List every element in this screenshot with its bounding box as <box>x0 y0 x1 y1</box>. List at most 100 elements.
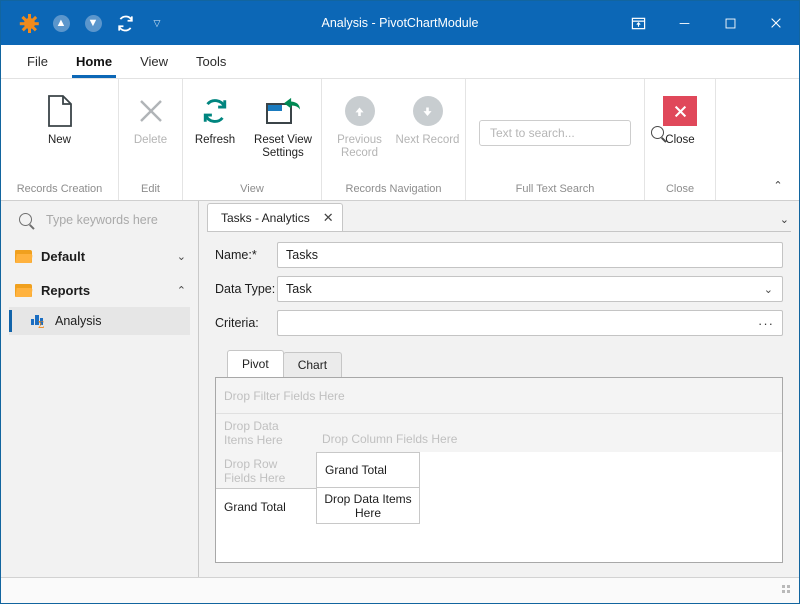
ellipsis-button-icon[interactable]: ··· <box>756 316 776 331</box>
refresh-button-label: Refresh <box>195 134 235 147</box>
chevron-up-icon[interactable]: ⌃ <box>177 284 186 297</box>
folder-icon <box>15 284 32 297</box>
restore-down-icon[interactable] <box>615 1 661 45</box>
detail-panel: Name:* Tasks Data Type: Task ⌄ Criteria: <box>207 231 791 571</box>
pivot-empty-area <box>216 524 782 562</box>
tab-overflow-chevron-icon[interactable]: ⌄ <box>780 213 789 226</box>
data-type-dropdown[interactable]: Task ⌄ <box>277 276 783 302</box>
document-tab-tasks-analytics[interactable]: Tasks - Analytics ✕ <box>207 203 343 231</box>
sidebar-item-analysis[interactable]: Σ Analysis <box>9 307 190 335</box>
sidebar-group-default-label: Default <box>41 249 85 264</box>
menu-tab-file[interactable]: File <box>13 45 62 78</box>
sidebar-item-analysis-label: Analysis <box>55 314 102 328</box>
criteria-field-label: Criteria: <box>215 316 277 330</box>
ribbon: New Records Creation Delete Edit <box>1 79 799 201</box>
sidebar-group-reports[interactable]: Reports ⌃ <box>1 273 198 307</box>
content-area: Tasks - Analytics ✕ ⌄ Name:* Tasks Data … <box>199 201 799 577</box>
close-tab-icon[interactable]: ✕ <box>323 210 334 226</box>
document-tab-strip: Tasks - Analytics ✕ ⌄ <box>199 201 799 231</box>
ribbon-group-edit: Delete Edit <box>119 79 183 200</box>
move-up-icon[interactable]: ▲ <box>45 7 77 39</box>
menu-tab-tools[interactable]: Tools <box>182 45 240 78</box>
sidebar-group-reports-label: Reports <box>41 283 90 298</box>
ribbon-group-close: Close Close <box>645 79 716 200</box>
delete-x-icon <box>136 91 166 131</box>
main-body: Default ⌄ Reports ⌃ Σ Analysis Tasks - A… <box>1 201 799 577</box>
ribbon-group-label-full-text-search: Full Text Search <box>466 178 644 200</box>
pivot-filter-drop-area[interactable]: Drop Filter Fields Here <box>216 378 782 414</box>
document-tab-label: Tasks - Analytics <box>221 211 310 225</box>
menu-tab-view[interactable]: View <box>126 45 182 78</box>
reset-view-settings-label: Reset View Settings <box>246 134 320 160</box>
collapse-ribbon-chevron-icon[interactable]: ⌃ <box>765 174 791 196</box>
sidebar-group-default[interactable]: Default ⌄ <box>1 239 198 273</box>
pivot-data-cell-drop-area[interactable]: Drop Data Items Here <box>316 488 420 524</box>
chevron-down-icon[interactable]: ⌄ <box>177 250 186 263</box>
pivot-row-grand-total-header[interactable]: Grand Total <box>216 488 316 524</box>
close-button[interactable] <box>753 1 799 45</box>
move-down-icon[interactable]: ▼ <box>77 7 109 39</box>
title-bar: ▲ ▼ ▽ Analysis - PivotChartModule <box>1 1 799 45</box>
next-record-button[interactable]: Next Record <box>394 87 462 147</box>
arrow-up-circle-icon <box>345 91 375 131</box>
close-x-icon <box>663 91 697 131</box>
menu-tab-home[interactable]: Home <box>62 45 126 78</box>
navigation-sidebar: Default ⌄ Reports ⌃ Σ Analysis <box>1 201 199 577</box>
pivot-grid[interactable]: Drop Filter Fields Here Drop Data Items … <box>215 377 783 563</box>
pivot-grand-total-row: Grand Total Drop Data Items Here <box>216 488 782 524</box>
reset-view-icon <box>265 91 301 131</box>
pivot-row-header-line: Drop Row Fields Here Grand Total <box>216 452 782 488</box>
full-text-search-input[interactable] <box>488 125 647 141</box>
data-type-value: Task <box>286 282 761 296</box>
tab-chart[interactable]: Chart <box>283 352 342 377</box>
close-ribbon-button[interactable]: Close <box>649 87 711 147</box>
reset-view-settings-button[interactable]: Reset View Settings <box>246 87 320 160</box>
sidebar-search-input[interactable] <box>44 212 209 228</box>
application-window: ▲ ▼ ▽ Analysis - PivotChartModule <box>0 0 800 604</box>
name-field-label: Name:* <box>215 248 277 262</box>
name-field[interactable]: Tasks <box>277 242 783 268</box>
search-icon <box>19 213 32 226</box>
ribbon-group-label-edit: Edit <box>119 178 182 200</box>
previous-record-label: Previous Record <box>326 134 394 160</box>
new-document-icon <box>47 91 73 131</box>
minimize-button[interactable] <box>661 1 707 45</box>
ribbon-group-view: Refresh Res <box>183 79 322 200</box>
chevron-down-icon[interactable]: ⌄ <box>761 283 776 296</box>
ribbon-group-records-creation: New Records Creation <box>1 79 119 200</box>
resize-grip-icon[interactable] <box>782 585 793 596</box>
window-controls <box>615 1 799 45</box>
data-type-field-label: Data Type: <box>215 282 277 296</box>
ribbon-group-label-view: View <box>183 178 321 200</box>
pivot-data-items-drop-area[interactable]: Drop Data Items Here <box>216 414 316 452</box>
refresh-icon[interactable] <box>109 7 141 39</box>
pivot-row-fields-drop-area[interactable]: Drop Row Fields Here <box>216 452 316 488</box>
close-ribbon-button-label: Close <box>665 134 694 147</box>
new-button[interactable]: New <box>21 87 99 147</box>
customize-quick-access-icon[interactable]: ▽ <box>141 7 173 39</box>
pivot-column-fields-drop-area[interactable]: Drop Column Fields Here <box>316 414 782 452</box>
pivot-header-row: Drop Data Items Here Drop Column Fields … <box>216 414 782 452</box>
criteria-field[interactable]: ··· <box>277 310 783 336</box>
ribbon-group-records-navigation: Previous Record Next Record Records Navi… <box>322 79 466 200</box>
pivot-chart-icon: Σ <box>31 314 47 328</box>
ribbon-group-label-close: Close <box>645 178 715 200</box>
pivot-column-grand-total-header[interactable]: Grand Total <box>316 452 420 488</box>
name-field-value: Tasks <box>286 248 776 262</box>
refresh-circular-icon <box>200 91 230 131</box>
maximize-button[interactable] <box>707 1 753 45</box>
sidebar-search[interactable] <box>1 201 198 239</box>
field-row-data-type: Data Type: Task ⌄ <box>215 276 783 302</box>
full-text-search-box[interactable] <box>479 120 631 146</box>
delete-button[interactable]: Delete <box>120 87 182 147</box>
tab-pivot[interactable]: Pivot <box>227 350 284 377</box>
app-settings-icon[interactable] <box>13 7 45 39</box>
ribbon-group-full-text-search: Full Text Search <box>466 79 645 200</box>
refresh-button[interactable]: Refresh <box>184 87 246 147</box>
new-button-label: New <box>48 134 71 147</box>
ribbon-group-label-records-creation: Records Creation <box>1 178 118 200</box>
previous-record-button[interactable]: Previous Record <box>326 87 394 160</box>
folder-icon <box>15 250 32 263</box>
status-bar <box>1 577 799 603</box>
view-tab-strip: Pivot Chart <box>215 350 783 377</box>
